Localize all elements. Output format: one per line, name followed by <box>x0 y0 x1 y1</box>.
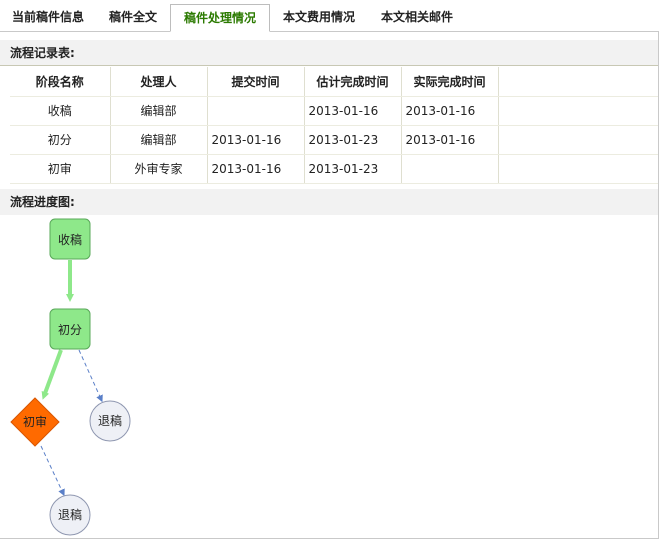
process-record-table: 阶段名称 处理人 提交时间 估计完成时间 实际完成时间 收稿 编辑部 2013-… <box>10 67 658 184</box>
cell-estimated-time: 2013-01-23 <box>304 154 402 184</box>
cell-estimated-time: 2013-01-16 <box>304 96 402 126</box>
cell-submit-time: 2013-01-16 <box>207 125 305 155</box>
content-panel: 流程记录表: 阶段名称 处理人 提交时间 估计完成时间 实际完成时间 收稿 编辑… <box>0 32 659 539</box>
cell-handler: 编辑部 <box>110 125 208 155</box>
cell-handler: 外审专家 <box>110 154 208 184</box>
tab-manuscript-fulltext[interactable]: 稿件全文 <box>96 0 170 31</box>
cell-actual-time <box>401 154 499 184</box>
tab-manuscript-processing[interactable]: 稿件处理情况 <box>170 4 270 32</box>
table-row: 初分 编辑部 2013-01-16 2013-01-23 2013-01-16 <box>10 125 658 155</box>
cell-stage: 初审 <box>10 154 111 184</box>
cell-empty <box>498 96 658 126</box>
cell-stage: 初分 <box>10 125 111 155</box>
col-header-estimated-time: 估计完成时间 <box>304 67 402 97</box>
tab-related-emails[interactable]: 本文相关邮件 <box>368 0 466 31</box>
tab-bar: 当前稿件信息 稿件全文 稿件处理情况 本文费用情况 本文相关邮件 <box>0 0 659 32</box>
tab-current-manuscript-info[interactable]: 当前稿件信息 <box>0 0 96 31</box>
cell-handler: 编辑部 <box>110 96 208 126</box>
cell-actual-time: 2013-01-16 <box>401 125 499 155</box>
cell-actual-time: 2013-01-16 <box>401 96 499 126</box>
cell-estimated-time: 2013-01-23 <box>304 125 402 155</box>
table-header-row: 阶段名称 处理人 提交时间 估计完成时间 实际完成时间 <box>10 67 658 97</box>
flow-chart-title: 流程进度图: <box>0 189 658 215</box>
cell-submit-time: 2013-01-16 <box>207 154 305 184</box>
table-row: 收稿 编辑部 2013-01-16 2013-01-16 <box>10 96 658 126</box>
record-table-title: 流程记录表: <box>0 40 658 66</box>
col-header-submit-time: 提交时间 <box>207 67 305 97</box>
col-header-stage: 阶段名称 <box>10 67 111 97</box>
cell-stage: 收稿 <box>10 96 111 126</box>
cell-empty <box>498 154 658 184</box>
col-header-actual-time: 实际完成时间 <box>401 67 499 97</box>
col-header-handler: 处理人 <box>110 67 208 97</box>
table-row: 初审 外审专家 2013-01-16 2013-01-23 <box>10 154 658 184</box>
col-header-empty <box>498 67 658 97</box>
cell-submit-time <box>207 96 305 126</box>
tab-article-fees[interactable]: 本文费用情况 <box>270 0 368 31</box>
cell-empty <box>498 125 658 155</box>
